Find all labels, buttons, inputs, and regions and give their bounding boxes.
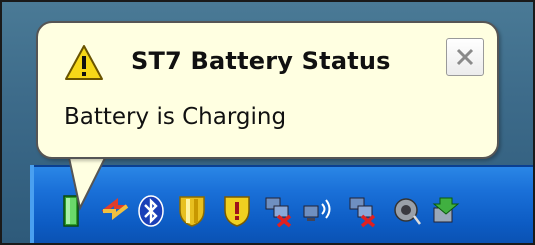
close-button[interactable] [446, 38, 484, 76]
notification-balloon: ST7 Battery Status Battery is Charging [36, 21, 499, 159]
balloon-title: ST7 Battery Status [131, 47, 391, 75]
network-disconnected-icon[interactable] [264, 194, 294, 228]
balloon-message: Battery is Charging [64, 104, 287, 130]
speaker-icon[interactable] [392, 194, 422, 228]
shield-icon[interactable] [177, 194, 207, 228]
taskbar-edge [30, 165, 34, 243]
wireless-network-icon[interactable] [302, 194, 332, 228]
screenshot-frame: ST7 Battery Status Battery is Charging [0, 0, 535, 245]
close-icon [456, 48, 474, 66]
safely-remove-hardware-icon[interactable] [430, 194, 460, 228]
security-alert-icon[interactable] [222, 194, 252, 228]
network-disconnected-icon[interactable] [348, 194, 378, 228]
warning-icon [64, 43, 104, 83]
